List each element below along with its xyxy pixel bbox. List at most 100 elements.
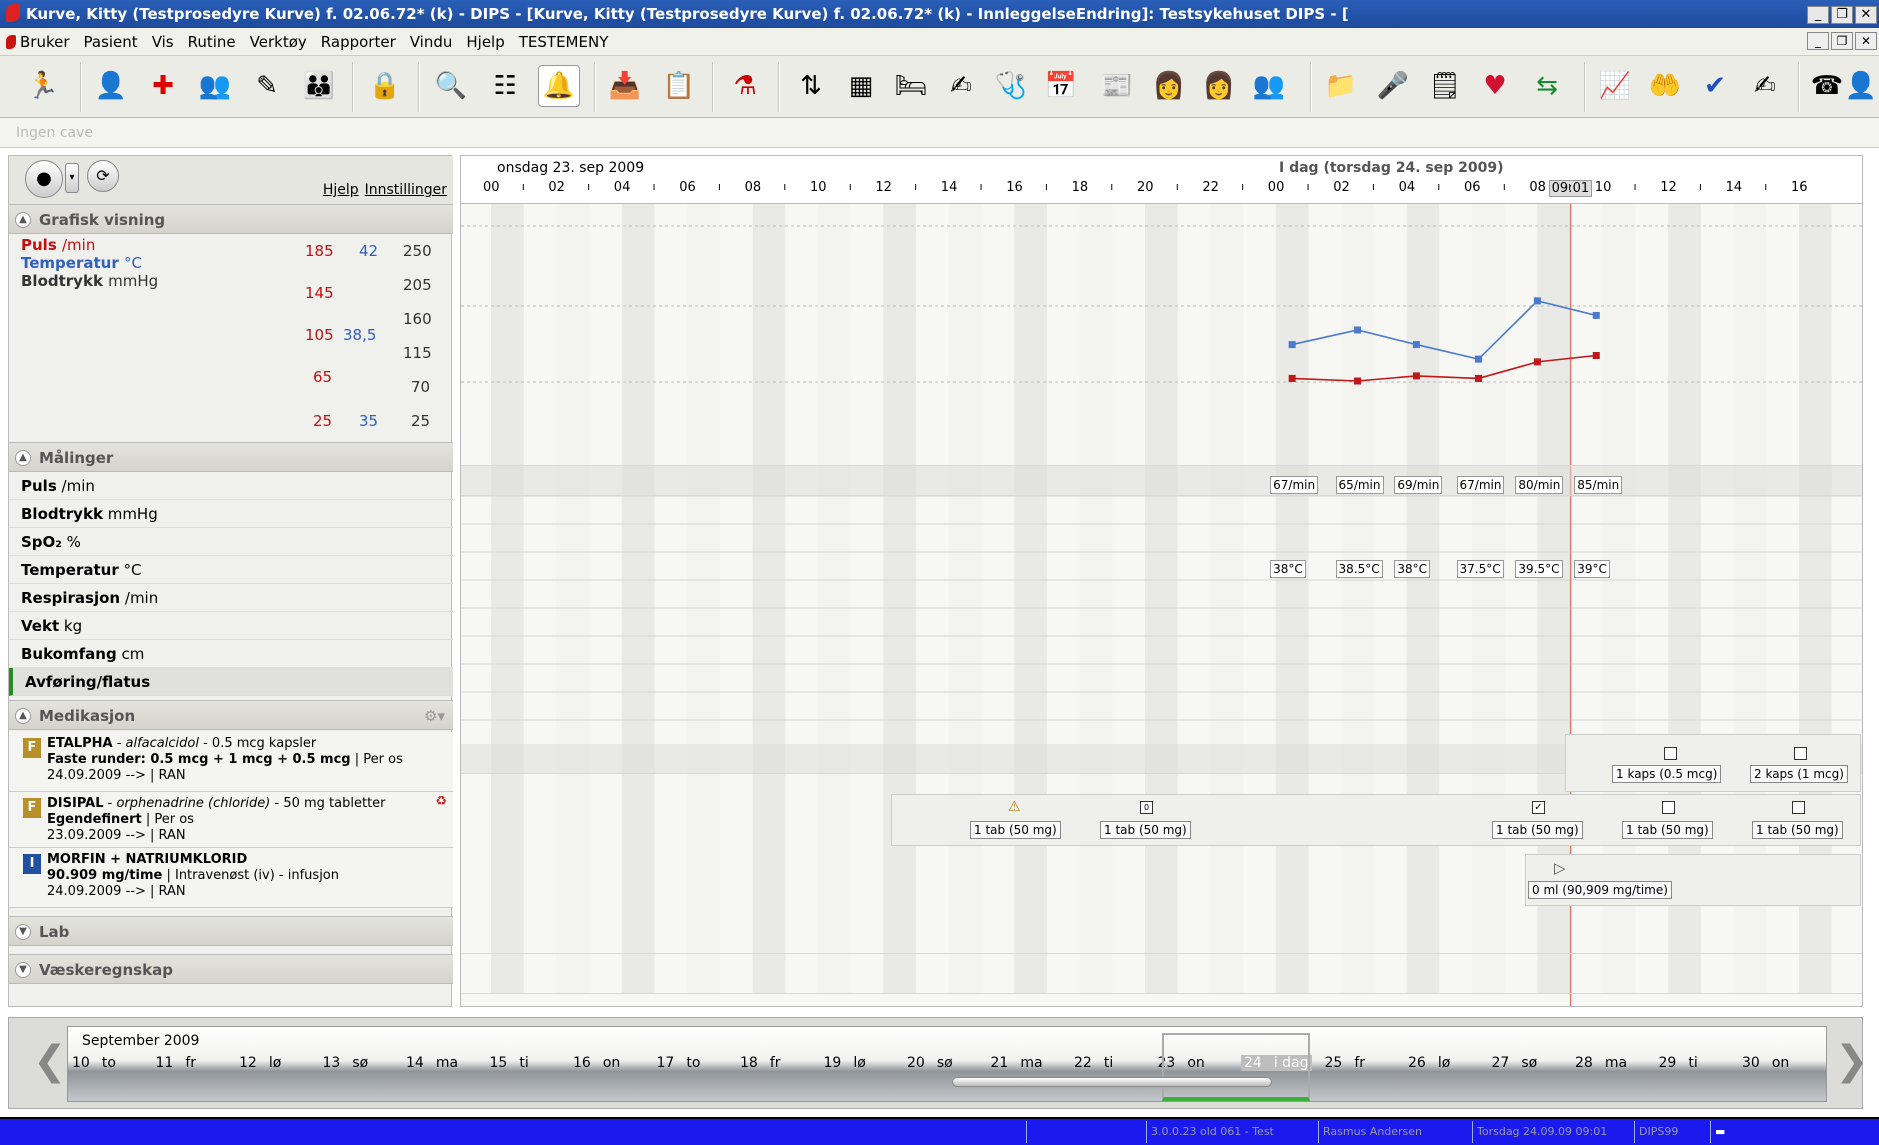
note-icon[interactable]: 🗒: [1424, 65, 1466, 107]
menu-vindu[interactable]: Vindu: [410, 28, 453, 55]
restore-button[interactable]: ❐: [1831, 6, 1853, 24]
menu-testemeny[interactable]: TESTEMENY: [519, 28, 609, 55]
med-item-morfin[interactable]: I MORFIN + NATRIUMKLORID 90.909 mg/time …: [9, 848, 453, 908]
temp-value-box[interactable]: 39.5°C: [1515, 560, 1563, 578]
chart-graph-icon[interactable]: 📈: [1594, 65, 1636, 107]
checklist-hand-icon[interactable]: ✔: [1694, 65, 1736, 107]
section-vaeskeregnskap[interactable]: ▼ Væskeregnskap: [9, 954, 453, 984]
previous-arrow-icon[interactable]: ❮: [33, 1038, 67, 1084]
dose-checkbox[interactable]: [1662, 801, 1675, 814]
person-search-icon[interactable]: 🔍: [430, 65, 472, 107]
patient-admit-icon[interactable]: 👤: [90, 65, 132, 107]
day-cell[interactable]: 30 on: [1742, 1055, 1789, 1071]
collapse-up-icon[interactable]: ▲: [15, 450, 31, 466]
lab-flask-icon[interactable]: ⚗: [724, 65, 766, 107]
day-cell[interactable]: 25 fr: [1325, 1055, 1366, 1071]
menu-vis[interactable]: Vis: [152, 28, 174, 55]
sort-grid-icon[interactable]: ▦: [840, 65, 882, 107]
medication-pen-icon[interactable]: ✍: [940, 65, 982, 107]
day-cell[interactable]: 16 on: [573, 1055, 620, 1071]
med-item-etalpha[interactable]: F ETALPHA - alfacalcidol - 0.5 mcg kapsl…: [9, 732, 453, 792]
day-cell[interactable]: 15 ti: [490, 1055, 529, 1071]
collapse-up-icon[interactable]: ▲: [15, 212, 31, 228]
minimize-button[interactable]: _: [1807, 6, 1829, 24]
menu-rutine[interactable]: Rutine: [188, 28, 236, 55]
home-dropdown-button[interactable]: ●: [25, 160, 63, 198]
puls-value-box[interactable]: 80/min: [1515, 476, 1564, 494]
day-cell[interactable]: 27 sø: [1492, 1055, 1538, 1071]
measure-row-vekt[interactable]: Vekt kg: [9, 612, 453, 640]
expand-down-icon[interactable]: ▼: [15, 924, 31, 940]
sort-up-icon[interactable]: ⇅: [790, 65, 832, 107]
dose-checkbox[interactable]: [1794, 747, 1807, 760]
day-cell[interactable]: 13 sø: [323, 1055, 369, 1071]
warning-icon[interactable]: ⚠: [1008, 799, 1021, 815]
puls-value-box[interactable]: 65/min: [1335, 476, 1384, 494]
infusion-flag-icon[interactable]: ▷: [1554, 859, 1566, 877]
clipboard-icon[interactable]: 📋: [658, 65, 700, 107]
section-medikasjon[interactable]: ▲ Medikasjon ⚙▾: [9, 700, 453, 730]
day-cell[interactable]: 29 ti: [1659, 1055, 1698, 1071]
day-cell[interactable]: 28 ma: [1575, 1055, 1627, 1071]
patient-walk-icon[interactable]: 🏃: [22, 65, 64, 107]
help-link[interactable]: Hjelp: [323, 182, 359, 198]
bed-icon[interactable]: 🛏: [890, 65, 932, 107]
mdi-close-button[interactable]: ✕: [1855, 32, 1877, 50]
microphone-icon[interactable]: 🎤: [1372, 65, 1414, 107]
close-button[interactable]: ✕: [1855, 6, 1877, 24]
day-cell[interactable]: 11 fr: [156, 1055, 197, 1071]
puls-value-box[interactable]: 67/min: [1270, 476, 1319, 494]
temp-value-box[interactable]: 38.5°C: [1335, 560, 1383, 578]
day-cell[interactable]: 20 sø: [907, 1055, 953, 1071]
day-cell[interactable]: 26 lø: [1408, 1055, 1450, 1071]
measure-row-blodtrykk[interactable]: Blodtrykk mmHg: [9, 500, 453, 528]
temp-value-box[interactable]: 37.5°C: [1456, 560, 1504, 578]
pending-dose-icon[interactable]: 0: [1140, 801, 1153, 814]
phone-list-icon[interactable]: ☎: [1806, 65, 1848, 107]
temp-value-box[interactable]: 39°C: [1574, 560, 1610, 578]
menu-bruker[interactable]: Bruker: [20, 28, 70, 55]
selected-range[interactable]: [1162, 1033, 1310, 1101]
folder-icon[interactable]: 📁: [1320, 65, 1362, 107]
checked-dose-icon[interactable]: ✓: [1532, 801, 1545, 814]
med-item-disipal[interactable]: F DISIPAL - orphenadrine (chloride) - 50…: [9, 792, 453, 848]
settings-link[interactable]: Innstillinger: [365, 182, 447, 198]
menu-hjelp[interactable]: Hjelp: [466, 28, 504, 55]
collapse-up-icon[interactable]: ▲: [15, 708, 31, 724]
calendar-person-icon[interactable]: 📅: [1040, 65, 1082, 107]
puls-value-box[interactable]: 85/min: [1574, 476, 1623, 494]
dose-checkbox[interactable]: [1792, 801, 1805, 814]
patient-add-icon[interactable]: ✚: [142, 65, 184, 107]
newspaper-icon[interactable]: 📰: [1096, 65, 1138, 107]
section-grafisk-visning[interactable]: ▲ Grafisk visning: [9, 204, 453, 234]
tree-view-icon[interactable]: ☷: [484, 65, 526, 107]
refresh-icon[interactable]: ⟳: [87, 160, 119, 192]
measure-row-respirasjon[interactable]: Respirasjon /min: [9, 584, 453, 612]
document-import-icon[interactable]: 📥: [604, 65, 646, 107]
person-more-icon[interactable]: 👤: [1845, 65, 1877, 107]
doctor-card-icon[interactable]: 🩺: [990, 65, 1032, 107]
write-hand-icon[interactable]: ✍: [1744, 65, 1786, 107]
menu-pasient[interactable]: Pasient: [84, 28, 138, 55]
day-cell[interactable]: 18 fr: [740, 1055, 781, 1071]
expand-down-icon[interactable]: ▼: [15, 962, 31, 978]
temp-value-box[interactable]: 38°C: [1394, 560, 1431, 578]
recycle-icon[interactable]: ♻: [435, 794, 447, 810]
section-malinger[interactable]: ▲ Målinger: [9, 442, 453, 472]
patient-list-icon[interactable]: 👥: [194, 65, 236, 107]
mdi-minimize-button[interactable]: _: [1807, 32, 1829, 50]
next-arrow-icon[interactable]: ❯: [1835, 1038, 1869, 1084]
day-cell[interactable]: 17 to: [657, 1055, 701, 1071]
measure-row-bukomfang[interactable]: Bukomfang cm: [9, 640, 453, 668]
temp-value-box[interactable]: 38°C: [1270, 560, 1306, 578]
range-scrollbar[interactable]: [952, 1077, 1272, 1087]
settings-gear-icon[interactable]: ⚙▾: [424, 701, 445, 731]
day-cell[interactable]: 10 to: [72, 1055, 116, 1071]
day-cell[interactable]: 19 lø: [824, 1055, 866, 1071]
mdi-restore-button[interactable]: ❐: [1831, 32, 1853, 50]
menu-rapporter[interactable]: Rapporter: [321, 28, 396, 55]
menu-verktoy[interactable]: Verktøy: [250, 28, 307, 55]
puls-value-box[interactable]: 69/min: [1394, 476, 1443, 494]
day-cell[interactable]: 22 ti: [1074, 1055, 1113, 1071]
nurse-icon[interactable]: 👩: [1148, 65, 1190, 107]
